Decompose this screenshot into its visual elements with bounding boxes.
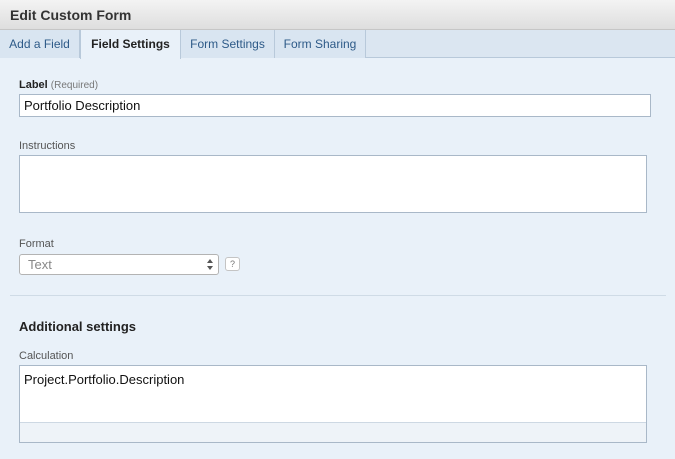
calculation-text: Project.Portfolio.Description (24, 372, 185, 387)
calculation-editor[interactable]: Project.Portfolio.Description (19, 365, 647, 443)
tab-field-settings[interactable]: Field Settings (80, 30, 181, 59)
format-selected-value: Text (28, 257, 52, 272)
label-title: Label (19, 79, 48, 91)
section-divider (10, 295, 666, 296)
format-label: Format (19, 238, 54, 250)
instructions-textarea[interactable] (19, 155, 647, 213)
calculation-footer (20, 422, 646, 442)
window-title: Edit Custom Form (0, 0, 675, 30)
additional-settings-title: Additional settings (19, 319, 136, 334)
label-field-title: Label (Required) (19, 79, 98, 91)
instructions-label: Instructions (19, 140, 76, 152)
question-icon[interactable]: ? (225, 257, 240, 271)
format-select[interactable]: Text (19, 254, 219, 275)
required-note: (Required) (50, 80, 99, 91)
tab-bar: Add a Field Field Settings Form Settings… (0, 30, 675, 59)
tab-form-sharing[interactable]: Form Sharing (275, 30, 366, 58)
tab-form-settings[interactable]: Form Settings (181, 30, 275, 58)
calculation-label: Calculation (19, 350, 74, 362)
label-input[interactable] (19, 94, 651, 117)
updown-arrows-icon (207, 259, 213, 270)
tab-add-a-field[interactable]: Add a Field (0, 30, 80, 58)
